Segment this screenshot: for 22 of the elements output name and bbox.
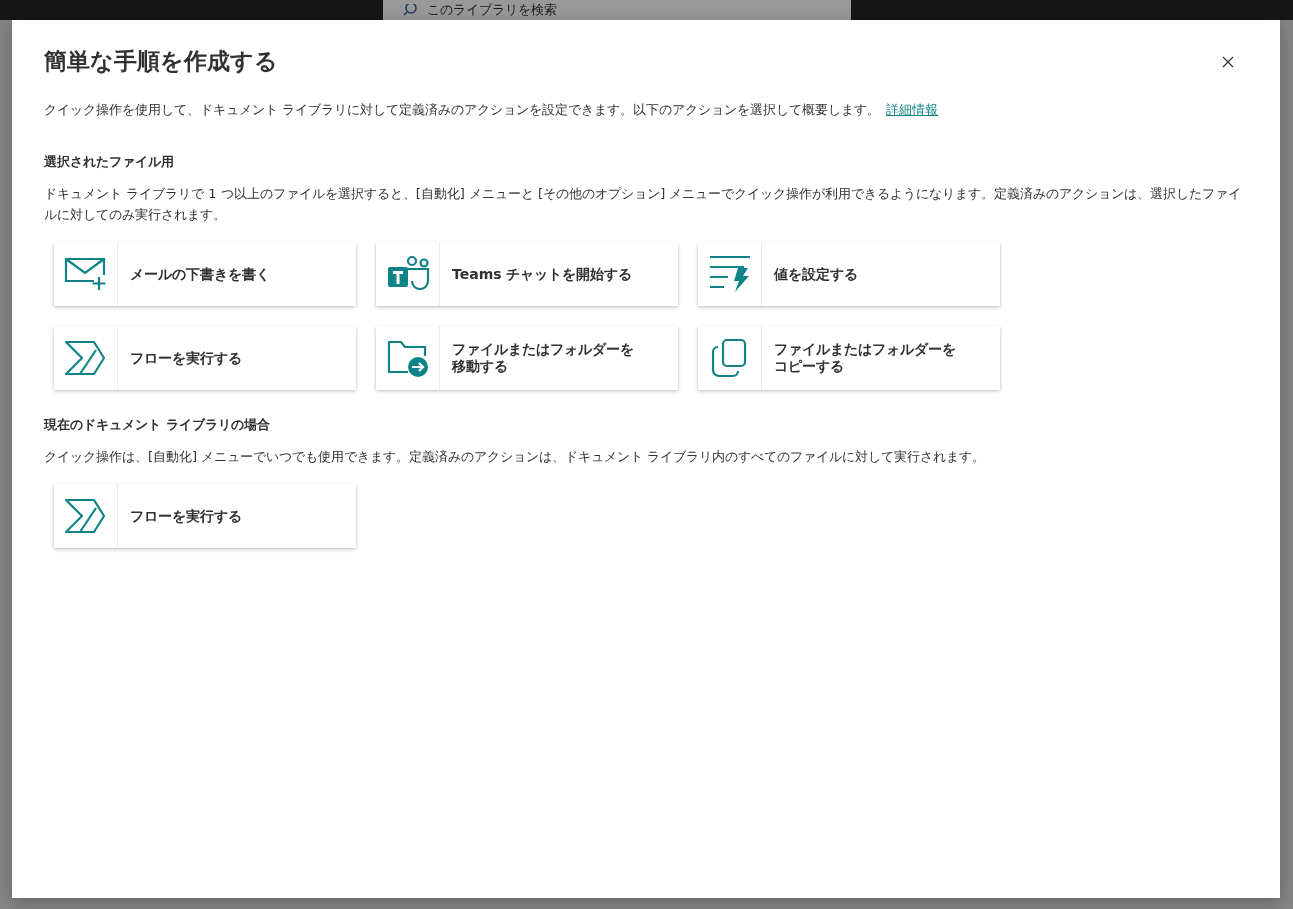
section-description: ドキュメント ライブラリで 1 つ以上のファイルを選択すると、[自動化] メニューと [その他のオプション] メニューでクイック操作が利用できるようになります。定義済みのアクションは、選択したファイルに対してのみ実行されます。: [44, 185, 1243, 224]
search-icon: [402, 4, 417, 16]
action-card[interactable]: ファイルまたはフォルダーを移動する: [376, 326, 678, 390]
search-field[interactable]: このライブラリを検索: [382, 0, 851, 20]
action-card[interactable]: Teams チャットを開始する: [376, 242, 678, 306]
action-card[interactable]: フローを実行する: [54, 484, 356, 548]
flow-chevron-icon: [63, 340, 108, 376]
mail-plus-icon: [63, 257, 108, 291]
action-card[interactable]: メールの下書きを書く: [54, 242, 356, 306]
dialog-title: 簡単な手順を作成する: [44, 47, 278, 76]
action-card[interactable]: フローを実行する: [54, 326, 356, 390]
close-icon: [1222, 55, 1234, 68]
section-description: クイック操作は、[自動化] メニューでいつでも使用できます。定義済みのアクションは、ドキュメント ライブラリ内のすべてのファイルに対して実行されます。: [44, 448, 987, 466]
section-heading: 現在のドキュメント ライブラリの場合: [44, 416, 271, 434]
action-card[interactable]: ファイルまたはフォルダーをコピーする: [698, 326, 1000, 390]
learn-more-link[interactable]: 詳細情報: [886, 102, 939, 117]
intro-text: クイック操作を使用して、ドキュメント ライブラリに対して定義済みのアクションを設定できます。以下のアクションを選択して概要します。 詳細情報: [44, 101, 940, 119]
action-card[interactable]: 値を設定する: [698, 242, 1000, 306]
folder-arrow-icon: [385, 338, 430, 378]
flow-chevron-icon: [63, 498, 108, 534]
section-heading: 選択されたファイル用: [44, 153, 175, 171]
search-placeholder: このライブラリを検索: [426, 2, 557, 18]
